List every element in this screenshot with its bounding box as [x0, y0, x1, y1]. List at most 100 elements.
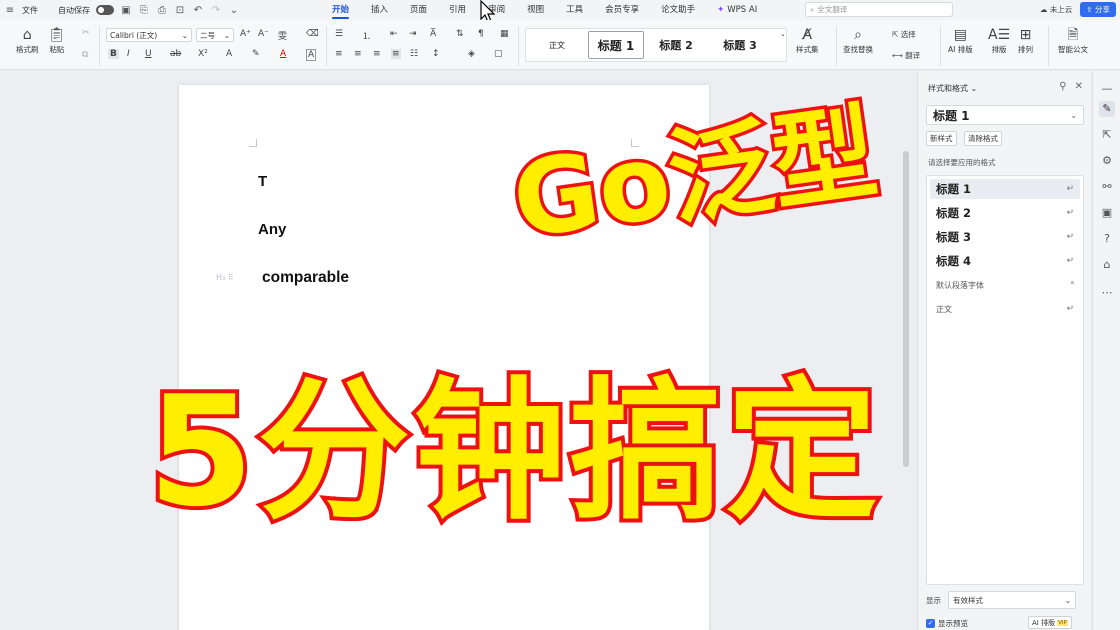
quick-access-dropdown-icon[interactable]: ⌄ [228, 5, 240, 16]
minimize-panel-icon[interactable]: — [1099, 81, 1115, 97]
tab-insert[interactable]: 插入 [371, 0, 388, 20]
grow-font-icon[interactable]: A⁺ [240, 29, 251, 39]
font-color-icon[interactable]: A [280, 49, 286, 59]
print-icon[interactable]: ⎙ [156, 5, 168, 16]
edit-pen-icon[interactable]: ✎ [1099, 101, 1115, 117]
export-pdf-icon[interactable]: ⎘ [138, 5, 150, 16]
style-list-item-default-font[interactable]: 默认段落字体 ᵃ [930, 275, 1080, 295]
style-set-icon: A̸ [802, 27, 813, 43]
bullet-list-icon[interactable]: ☰ [335, 29, 343, 39]
tab-page[interactable]: 页面 [410, 0, 427, 20]
heading-line-any[interactable]: Any [258, 221, 286, 238]
select-cursor-icon[interactable]: ⇱ [1099, 127, 1115, 143]
bold-icon[interactable]: B [108, 49, 119, 59]
italic-icon[interactable]: I [127, 49, 130, 59]
show-marks-icon[interactable]: ¶ [478, 29, 484, 39]
overlay-title-5-minutes: 5分钟搞定 [144, 359, 882, 544]
arrange-button[interactable]: ⊞ 排列 [1018, 26, 1033, 55]
heading-drag-handle[interactable]: H₃ ⠿ [216, 273, 234, 282]
paste-button[interactable]: 📋︎ 粘贴 [48, 26, 66, 55]
style-heading-1[interactable]: 标题 1 [588, 31, 644, 59]
style-list-item-normal[interactable]: 正文 ↵ [930, 299, 1080, 319]
redo-icon[interactable]: ↷ [210, 5, 222, 16]
style-normal[interactable]: 正文 [526, 31, 588, 59]
strikethrough-icon[interactable]: ab [170, 49, 181, 59]
font-size-select[interactable]: 二号 ⌄ [196, 28, 234, 42]
font-family-select[interactable]: Calibri (正文) ⌄ [106, 28, 192, 42]
format-painter-button[interactable]: ⌂ 格式刷 [16, 26, 39, 55]
close-icon[interactable]: ✕ [1075, 81, 1083, 92]
text-direction-icon[interactable]: A̅ [430, 29, 436, 39]
paragraph-mark-icon: ↵ [1066, 304, 1074, 314]
cut-icon[interactable]: ✂ [82, 28, 90, 38]
tab-view[interactable]: 视图 [527, 0, 544, 20]
shrink-font-icon[interactable]: A⁻ [258, 29, 269, 39]
style-heading-2[interactable]: 标题 2 [644, 31, 708, 59]
style-gallery-more-icon[interactable]: ⌄ [780, 30, 786, 38]
tab-references[interactable]: 引用 [449, 0, 466, 20]
undo-icon[interactable]: ↶ [192, 5, 204, 16]
sort-icon[interactable]: ⇅ [456, 29, 464, 39]
help-icon[interactable]: ? [1099, 231, 1115, 247]
tab-home[interactable]: 开始 [332, 0, 350, 20]
current-style-select[interactable]: 标题 1 ⌄ [926, 105, 1084, 125]
style-set-button[interactable]: A̸ 样式集 [796, 26, 819, 55]
share-network-icon[interactable]: ⚯ [1099, 179, 1115, 195]
tab-paper-assistant[interactable]: 论文助手 [661, 0, 695, 20]
chevron-down-icon: ⌄ [181, 30, 188, 40]
tab-member[interactable]: 会员专享 [605, 0, 639, 20]
clear-format-icon[interactable]: ⌫ [306, 29, 319, 39]
panel-ai-layout-button[interactable]: AI 排版 VIP [1028, 616, 1072, 629]
style-heading-3[interactable]: 标题 3 [708, 31, 772, 59]
font-family-value: Calibri (正文) [110, 30, 158, 40]
cloud-status[interactable]: ☁ 未上云 [1040, 4, 1072, 15]
more-icon[interactable]: ⋯ [1099, 285, 1115, 301]
shirt-icon[interactable]: ⌂ [1099, 257, 1115, 273]
tab-tools[interactable]: 工具 [566, 0, 583, 20]
text-effect-icon[interactable]: A [226, 49, 232, 59]
save-icon[interactable]: ▣ [120, 5, 132, 16]
menu-icon[interactable]: ≡ [4, 5, 16, 16]
highlight-icon[interactable]: ✎ [252, 49, 260, 59]
numbered-list-icon[interactable]: ⒈ [362, 29, 371, 42]
copy-icon[interactable]: ⧉ [82, 50, 88, 60]
layout-label: 排版 [991, 45, 1007, 54]
underline-icon[interactable]: U [145, 49, 152, 59]
align-left-icon[interactable]: ≡ [335, 49, 343, 59]
show-preview-checkbox[interactable]: ✓ 显示预览 [926, 618, 968, 629]
pin-icon[interactable]: ⚲ [1059, 81, 1066, 92]
file-menu[interactable]: 文件 [22, 5, 38, 16]
heading-line-t[interactable]: T [258, 173, 267, 190]
shading-icon[interactable]: ◈ [468, 49, 475, 59]
select-button[interactable]: ⇱ 选择 [892, 29, 916, 40]
print-preview-icon[interactable]: ⊡ [174, 5, 186, 16]
line-spacing-icon[interactable]: ↕ [432, 49, 440, 59]
tab-wps-ai[interactable]: ✦ WPS AI [717, 0, 757, 20]
search-input[interactable]: ⌕ 全文翻译 [805, 2, 953, 17]
show-filter-select[interactable]: 有效样式 ⌄ [948, 591, 1076, 609]
ai-layout-button[interactable]: ▤ AI 排版 [948, 26, 973, 55]
smart-doc-button[interactable]: 🗎︎ 智能公文 [1058, 26, 1088, 55]
border-icon[interactable]: ▢ [494, 49, 503, 59]
align-right-icon[interactable]: ≡ [373, 49, 381, 59]
share-button[interactable]: ⇪ 分享 [1080, 2, 1116, 17]
style-list-item-heading-4[interactable]: 标题 4 ↵ [930, 251, 1080, 271]
settings-sliders-icon[interactable]: ⚙ [1099, 153, 1115, 169]
autosave-toggle[interactable] [96, 5, 114, 15]
paragraph-mark-icon: ↵ [1066, 208, 1074, 218]
decrease-indent-icon[interactable]: ⇤ [390, 29, 398, 39]
wps-ai-icon: ✦ [717, 5, 725, 15]
char-border-icon[interactable]: A [306, 49, 317, 61]
justify-icon[interactable]: ≡ [391, 49, 401, 59]
increase-indent-icon[interactable]: ⇥ [409, 29, 417, 39]
align-center-icon[interactable]: ≡ [354, 49, 362, 59]
heading-line-comparable[interactable]: comparable [262, 269, 349, 287]
distribute-icon[interactable]: ☷ [410, 49, 418, 59]
table-style-icon[interactable]: ▦ [500, 29, 509, 39]
clear-format-button[interactable]: 清除格式 [964, 131, 1002, 146]
image-icon[interactable]: ▣ [1099, 205, 1115, 221]
layout-button[interactable]: A☰ 排版 [988, 26, 1010, 55]
phonetic-icon[interactable]: 雯 [278, 29, 287, 42]
superscript-icon[interactable]: X² [198, 49, 208, 59]
paragraph-mark-icon: ↵ [1066, 184, 1074, 194]
